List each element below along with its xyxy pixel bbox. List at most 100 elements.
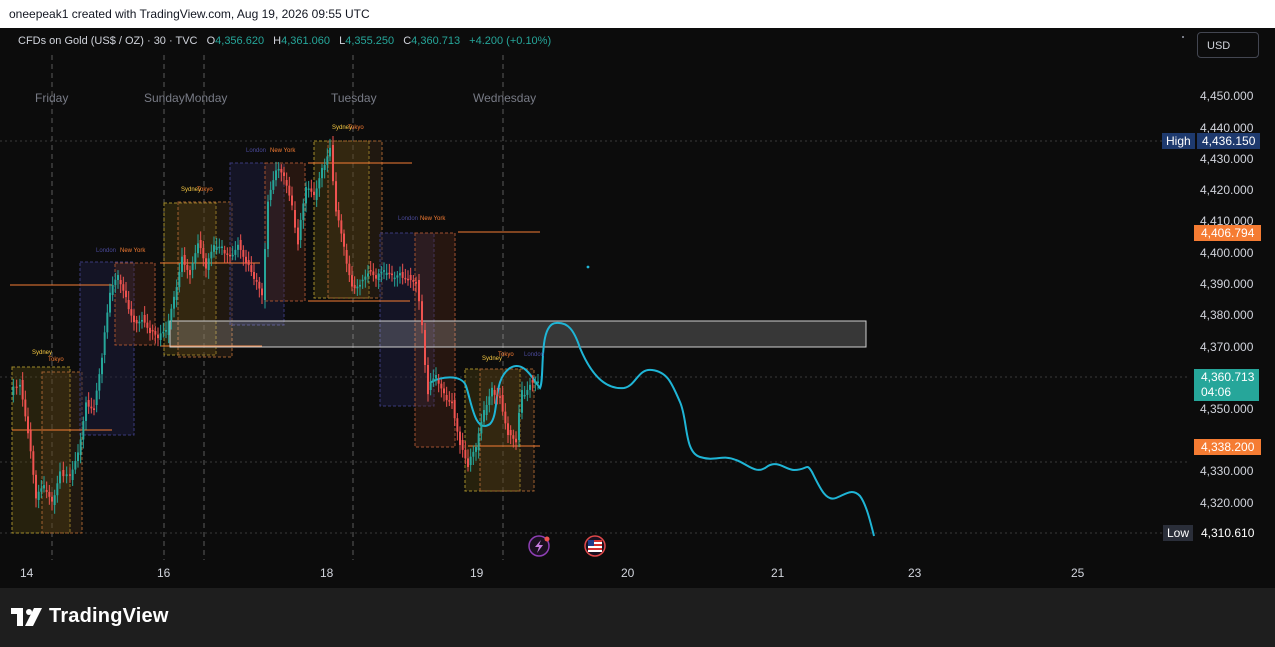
candle-body — [191, 262, 194, 270]
price-tick: 4,400.000 — [1200, 246, 1254, 260]
candle-body — [245, 256, 247, 264]
candle-body — [369, 270, 372, 272]
high-value-tag: 4,436.150 — [1197, 133, 1261, 149]
candle-body — [21, 380, 24, 400]
candle-body — [418, 280, 420, 302]
time-tick: 23 — [908, 566, 922, 580]
candle-body — [215, 246, 218, 250]
candle-body — [483, 410, 485, 422]
candle-body — [467, 458, 469, 467]
candle-body — [283, 172, 285, 176]
candle-body — [95, 390, 98, 405]
time-tick: 19 — [470, 566, 484, 580]
candle-body — [521, 390, 523, 413]
day-label-sunday-monday: SundayMonday — [144, 91, 228, 105]
candle-body — [348, 263, 351, 276]
session-label-tokyo: Tokyo — [197, 187, 213, 193]
open-key: O — [206, 35, 216, 47]
day-label-wednesday: Wednesday — [473, 91, 537, 105]
session-label-newyork: New York — [120, 248, 146, 254]
low-label-tag: Low — [1163, 525, 1194, 541]
candle-body — [231, 254, 234, 257]
session-label-london: London — [246, 148, 267, 154]
candle-body — [372, 271, 375, 276]
candle-body — [496, 394, 499, 397]
low-value: 4,355.250 — [345, 35, 395, 47]
candle-body — [340, 220, 343, 234]
candle-body — [103, 332, 106, 355]
candle-body — [396, 275, 399, 278]
day-label-tuesday: Tuesday — [331, 91, 377, 105]
candle-body — [512, 435, 515, 439]
candle-body — [277, 168, 280, 171]
candle-body — [239, 240, 242, 250]
candle-body — [127, 300, 130, 310]
candle-body — [526, 389, 529, 395]
price-tick: 4,380.000 — [1200, 308, 1254, 322]
candle-body — [329, 147, 331, 157]
candle-body — [48, 491, 51, 497]
candle-body — [167, 320, 170, 335]
candle-body — [461, 440, 464, 450]
candle-body — [130, 309, 133, 316]
candle-body — [393, 277, 396, 280]
price-tick: 4,320.000 — [1200, 496, 1254, 510]
tradingview-brand[interactable]: TradingView — [11, 605, 169, 628]
candle-body — [507, 423, 509, 435]
candle-body — [459, 431, 461, 445]
candle-body — [87, 400, 90, 407]
candle-body — [109, 292, 111, 313]
candle-body — [515, 438, 517, 443]
candle-body — [280, 168, 283, 173]
candle-body — [353, 285, 356, 289]
symbol-name: CFDs on Gold (US$ / OZ) · 30 · TVC — [18, 35, 198, 47]
currency-selector[interactable]: USD — [1197, 32, 1259, 58]
current-price-tag: 4,360.713 04:06 — [1194, 369, 1259, 401]
session-label-newyork: New York — [270, 148, 296, 154]
candle-body — [380, 271, 383, 274]
candle-body — [106, 312, 109, 333]
candle-body — [159, 333, 162, 340]
symbol-legend[interactable]: CFDs on Gold (US$ / OZ) · 30 · TVC O 4,35… — [18, 35, 551, 47]
candle-body — [291, 195, 293, 206]
candle-body — [451, 401, 453, 404]
candle-body — [74, 461, 77, 470]
session-label-newyork: New York — [420, 216, 446, 222]
candle-body — [56, 483, 59, 496]
us-flag-glyph — [588, 540, 602, 552]
session-label-sydney: Sydney — [32, 350, 53, 356]
candle-body — [509, 430, 512, 436]
candle-body — [440, 383, 443, 389]
candle-body — [205, 258, 207, 269]
candle-body — [173, 296, 175, 309]
candle-body — [221, 246, 223, 249]
day-label-friday: Friday — [35, 91, 69, 105]
candle-body — [432, 378, 435, 382]
projection-dot — [586, 265, 590, 269]
candle-body — [315, 188, 318, 200]
candle-body — [364, 276, 367, 280]
candle-body — [429, 381, 432, 390]
candle-body — [469, 456, 472, 465]
candle-body — [117, 275, 119, 281]
candle-body — [35, 474, 37, 499]
candle-body — [247, 260, 250, 266]
high-label-tag: High — [1162, 133, 1195, 149]
candle-body — [435, 375, 437, 379]
candle-body — [175, 287, 178, 300]
candle-body — [143, 315, 146, 323]
candle-body — [377, 273, 380, 280]
candle-body — [19, 384, 21, 387]
candle-body — [272, 180, 275, 190]
candle-body — [27, 416, 29, 434]
candle-body — [77, 452, 79, 462]
price-tick: 4,420.000 — [1200, 183, 1254, 197]
time-tick: 18 — [320, 566, 334, 580]
candle-body — [261, 288, 263, 296]
candle-body — [250, 265, 253, 273]
candle-body — [351, 275, 353, 287]
candle-body — [170, 308, 173, 321]
candle-body — [445, 395, 448, 401]
candle-body — [71, 469, 74, 480]
price-tick: 4,370.000 — [1200, 340, 1254, 354]
